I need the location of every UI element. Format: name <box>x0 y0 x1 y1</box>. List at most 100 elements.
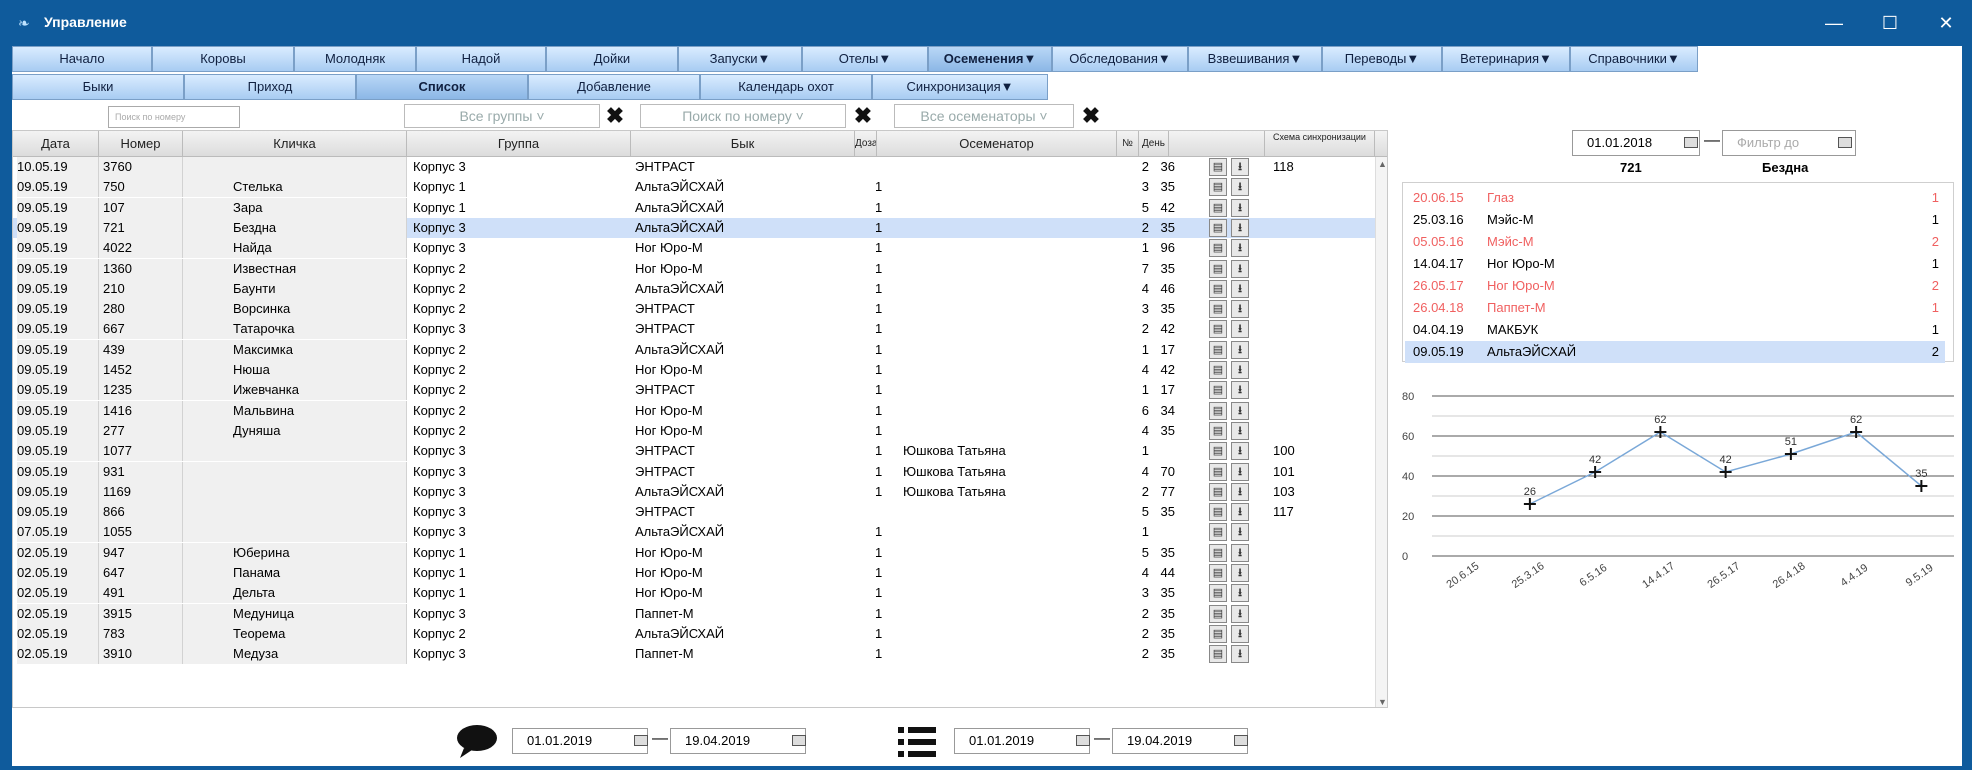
document-icon[interactable]: ▤ <box>1209 564 1227 582</box>
history-row[interactable]: 05.05.16 Мэйс-М 2 <box>1405 231 1945 253</box>
history-row[interactable]: 25.03.16 Мэйс-М 1 <box>1405 209 1945 231</box>
document-icon[interactable]: ▤ <box>1209 279 1227 298</box>
history-date-from[interactable]: 01.01.2018 <box>1572 130 1700 156</box>
download-icon[interactable]: ⭳ <box>1231 320 1249 339</box>
download-icon[interactable]: ⭳ <box>1231 503 1249 522</box>
menu-tab[interactable]: Отелы▼ <box>802 46 928 72</box>
document-icon[interactable]: ▤ <box>1209 239 1227 258</box>
menu-tab[interactable]: Справочники▼ <box>1570 46 1698 72</box>
document-icon[interactable]: ▤ <box>1209 401 1227 420</box>
document-icon[interactable]: ▤ <box>1209 503 1227 522</box>
document-icon[interactable]: ▤ <box>1209 604 1227 623</box>
table-row[interactable]: 09.05.19 931 Корпус 3 ЭНТРАСТ 1 Юшкова Татьян… <box>13 461 1377 482</box>
calendar-icon[interactable] <box>1838 137 1852 148</box>
submenu-tab[interactable]: Календарь охот <box>700 74 872 100</box>
table-row[interactable]: 09.05.19 277 Дуняша Корпус 2 Ног Юро-М 1 4 35 ▤ ⭳ <box>13 420 1377 441</box>
document-icon[interactable]: ▤ <box>1209 442 1227 461</box>
table-scrollbar[interactable]: ▲ ▼ <box>1375 157 1387 707</box>
history-row[interactable]: 04.04.19 МАКБУК 1 <box>1405 319 1945 341</box>
right-date-from[interactable]: 01.01.2019 <box>954 728 1090 754</box>
left-date-from[interactable]: 01.01.2019 <box>512 728 648 754</box>
document-icon[interactable]: ▤ <box>1209 300 1227 319</box>
download-icon[interactable]: ⭳ <box>1231 381 1249 400</box>
document-icon[interactable]: ▤ <box>1209 482 1227 501</box>
table-row[interactable]: 09.05.19 1169 Корпус 3 АльтаЭЙСХАЙ 1 Юшкова Т… <box>13 481 1377 502</box>
document-icon[interactable]: ▤ <box>1209 158 1227 176</box>
table-row[interactable]: 02.05.19 491 Дельта Корпус 1 Ног Юро-М 1 3 35 ▤ ⭳ <box>13 583 1377 604</box>
table-row[interactable]: 09.05.19 4022 Найда Корпус 3 Ног Юро-М 1 1 96 ▤ ⭳ <box>13 238 1377 259</box>
download-icon[interactable]: ⭳ <box>1231 279 1249 298</box>
table-row[interactable]: 09.05.19 1360 Известная Корпус 2 Ног Юро-М 1 7… <box>13 258 1377 279</box>
menu-tab[interactable]: Молодняк <box>294 46 416 72</box>
table-row[interactable]: 02.05.19 3915 Медуница Корпус 3 Паппет-М 1 2 35… <box>13 603 1377 624</box>
table-row[interactable]: 09.05.19 750 Стелька Корпус 1 АльтаЭЙСХАЙ 1 3 3… <box>13 177 1377 198</box>
table-row[interactable]: 09.05.19 721 Бездна Корпус 3 АльтаЭЙСХАЙ 1 2 35… <box>13 217 1377 238</box>
menu-tab[interactable]: Дойки <box>546 46 678 72</box>
calendar-icon[interactable] <box>634 735 648 746</box>
submenu-tab[interactable]: Приход <box>184 74 356 100</box>
document-icon[interactable]: ▤ <box>1209 361 1227 379</box>
download-icon[interactable]: ⭳ <box>1231 604 1249 623</box>
column-header[interactable]: Доза <box>855 131 877 157</box>
submenu-tab[interactable]: Быки <box>12 74 184 100</box>
column-header[interactable]: День <box>1139 131 1169 157</box>
document-icon[interactable]: ▤ <box>1209 218 1227 237</box>
bull-search-select[interactable]: Поиск по номеру ˅ <box>640 104 846 128</box>
calendar-icon[interactable] <box>1076 735 1090 746</box>
document-icon[interactable]: ▤ <box>1209 543 1227 562</box>
history-row[interactable]: 26.05.17 Ног Юро-М 2 <box>1405 275 1945 297</box>
comment-icon[interactable] <box>454 724 500 760</box>
download-icon[interactable]: ⭳ <box>1231 239 1249 258</box>
history-row[interactable]: 14.04.17 Ног Юро-М 1 <box>1405 253 1945 275</box>
document-icon[interactable]: ▤ <box>1209 259 1227 278</box>
download-icon[interactable]: ⭳ <box>1231 624 1249 643</box>
document-icon[interactable]: ▤ <box>1209 523 1227 542</box>
table-row[interactable]: 09.05.19 1452 Нюша Корпус 2 Ног Юро-М 1 4 42 ▤ ⭳ <box>13 360 1377 380</box>
download-icon[interactable]: ⭳ <box>1231 218 1249 237</box>
download-icon[interactable]: ⭳ <box>1231 340 1249 359</box>
column-header[interactable]: Осеменатор <box>877 131 1117 157</box>
menu-tab[interactable]: Переводы▼ <box>1322 46 1442 72</box>
download-icon[interactable]: ⭳ <box>1231 523 1249 542</box>
table-row[interactable]: 07.05.19 1055 Корпус 3 АльтаЭЙСХАЙ 1 1 ▤ ⭳ <box>13 522 1377 543</box>
table-row[interactable]: 02.05.19 3910 Медуза Корпус 3 Паппет-М 1 2 35 ▤ ⭳ <box>13 644 1377 665</box>
scroll-up-icon[interactable]: ▲ <box>1378 159 1387 169</box>
table-row[interactable]: 09.05.19 107 Зара Корпус 1 АльтаЭЙСХАЙ 1 5 42 ▤ ⭳ <box>13 197 1377 218</box>
download-icon[interactable]: ⭳ <box>1231 198 1249 217</box>
table-row[interactable]: 09.05.19 210 Баунти Корпус 2 АльтаЭЙСХАЙ 1 4 46… <box>13 278 1377 299</box>
groups-select[interactable]: Все группы ˅ <box>404 104 600 128</box>
download-icon[interactable]: ⭳ <box>1231 158 1249 176</box>
clear-groups-icon[interactable]: ✖ <box>600 104 630 128</box>
download-icon[interactable]: ⭳ <box>1231 361 1249 379</box>
table-row[interactable]: 09.05.19 280 Ворсинка Корпус 2 ЭНТРАСТ 1 3 35 ▤ ⭳ <box>13 299 1377 320</box>
menu-tab[interactable]: Осеменения▼ <box>928 46 1052 72</box>
table-row[interactable]: 09.05.19 439 Максимка Корпус 2 АльтаЭЙСХАЙ 1 1… <box>13 339 1377 360</box>
menu-tab[interactable]: Обследования▼ <box>1052 46 1188 72</box>
table-row[interactable]: 02.05.19 947 Юберина Корпус 1 Ног Юро-М 1 5 35 ▤… <box>13 542 1377 563</box>
table-row[interactable]: 09.05.19 1077 Корпус 3 ЭНТРАСТ 1 Юшкова Татья… <box>13 441 1377 462</box>
calendar-icon[interactable] <box>1684 137 1698 148</box>
download-icon[interactable]: ⭳ <box>1231 482 1249 501</box>
document-icon[interactable]: ▤ <box>1209 178 1227 197</box>
download-icon[interactable]: ⭳ <box>1231 442 1249 461</box>
table-row[interactable]: 02.05.19 647 Панама Корпус 1 Ног Юро-М 1 4 44 ▤ ⭳ <box>13 563 1377 583</box>
menu-tab[interactable]: Начало <box>12 46 152 72</box>
history-row[interactable]: 26.04.18 Паппет-М 1 <box>1405 297 1945 319</box>
download-icon[interactable]: ⭳ <box>1231 462 1249 481</box>
column-header[interactable]: № <box>1117 131 1139 157</box>
document-icon[interactable]: ▤ <box>1209 645 1227 664</box>
download-icon[interactable]: ⭳ <box>1231 564 1249 582</box>
download-icon[interactable]: ⭳ <box>1231 645 1249 664</box>
inseminators-select[interactable]: Все осеменаторы ˅ <box>894 104 1074 128</box>
menu-tab[interactable]: Ветеринария▼ <box>1442 46 1570 72</box>
document-icon[interactable]: ▤ <box>1209 421 1227 440</box>
table-row[interactable]: 09.05.19 866 Корпус 3 ЭНТРАСТ 5 35 117 ▤ ⭳ <box>13 502 1377 523</box>
menu-tab[interactable]: Взвешивания▼ <box>1188 46 1322 72</box>
filter-to-input[interactable]: Фильтр до <box>1722 130 1856 156</box>
document-icon[interactable]: ▤ <box>1209 198 1227 217</box>
download-icon[interactable]: ⭳ <box>1231 421 1249 440</box>
column-header[interactable]: Бык <box>631 131 855 157</box>
close-icon[interactable]: ✕ <box>1922 8 1970 38</box>
table-row[interactable]: 09.05.19 1416 Мальвина Корпус 2 Ног Юро-М 1 6 3… <box>13 400 1377 421</box>
document-icon[interactable]: ▤ <box>1209 624 1227 643</box>
